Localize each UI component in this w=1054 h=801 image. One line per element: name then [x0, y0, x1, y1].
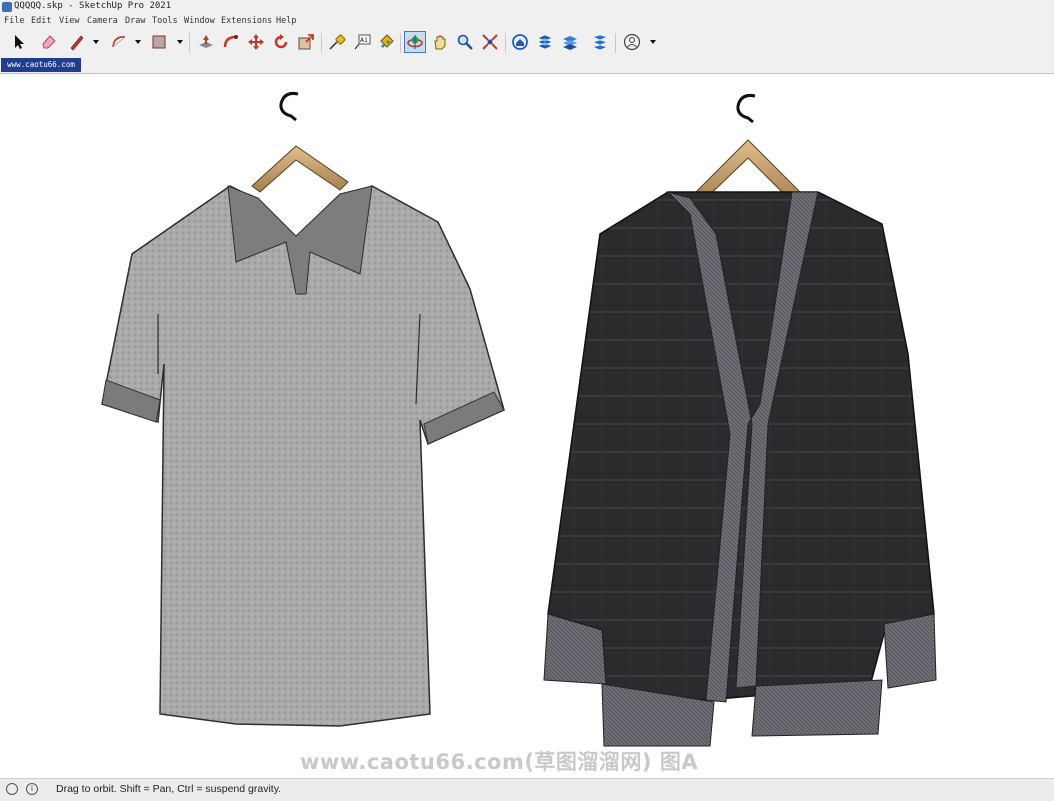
layout-icon[interactable]	[559, 31, 581, 53]
push-pull-icon[interactable]	[195, 31, 217, 53]
cardigan-hem-right	[751, 679, 883, 737]
svg-text:A1: A1	[360, 37, 368, 44]
select-icon[interactable]	[8, 31, 30, 53]
arc-icon[interactable]	[108, 31, 130, 53]
polo-shirt[interactable]	[101, 92, 505, 727]
menu-window[interactable]: Window	[184, 16, 215, 26]
window-title: QQQQQ.skp - SketchUp Pro 2021	[14, 1, 172, 11]
pencil-line-icon[interactable]	[66, 31, 88, 53]
rectangle-icon[interactable]	[148, 31, 170, 53]
menu-edit[interactable]: Edit	[31, 16, 51, 26]
tape-measure-icon[interactable]	[326, 31, 348, 53]
pan-icon[interactable]	[429, 31, 451, 53]
zoom-icon[interactable]	[454, 31, 476, 53]
account-icon[interactable]	[621, 31, 643, 53]
cardigan-hanger-hook	[736, 94, 756, 124]
move-icon[interactable]	[245, 31, 267, 53]
orbit-icon[interactable]	[404, 31, 426, 53]
menu-view[interactable]: View	[59, 16, 79, 26]
geo-location-icon[interactable]	[6, 783, 18, 795]
menu-camera[interactable]: Camera	[87, 16, 118, 26]
main-toolbar: A1	[0, 28, 1054, 59]
extension-warehouse-icon[interactable]	[534, 31, 556, 53]
sketchup-app-icon	[2, 2, 12, 12]
model-viewport[interactable]: www.caotu66.com(草图溜溜网) 图A	[0, 73, 1054, 779]
scene-tab[interactable]: www.caotu66.com	[1, 58, 81, 72]
pencil-dropdown-icon[interactable]	[92, 38, 100, 46]
status-bar: i Drag to orbit. Shift = Pan, Ctrl = sus…	[0, 778, 1054, 801]
menu-tools[interactable]: Tools	[152, 16, 178, 26]
menu-draw[interactable]: Draw	[125, 16, 145, 26]
watermark: www.caotu66.com(草图溜溜网) 图A	[300, 750, 699, 774]
menu-extensions[interactable]: Extensions	[221, 16, 272, 26]
info-icon[interactable]: i	[26, 783, 38, 795]
right-cuff	[883, 613, 937, 689]
paint-bucket-icon[interactable]	[375, 31, 397, 53]
cardigan[interactable]	[543, 94, 937, 747]
menu-file[interactable]: File	[4, 16, 24, 26]
account-dropdown-icon[interactable]	[649, 38, 657, 46]
menu-help[interactable]: Help	[276, 16, 296, 26]
extension-manager-icon[interactable]	[589, 31, 611, 53]
rotate-icon[interactable]	[270, 31, 292, 53]
warehouse-icon[interactable]	[509, 31, 531, 53]
eraser-icon[interactable]	[38, 31, 60, 53]
status-text: Drag to orbit. Shift = Pan, Ctrl = suspe…	[56, 783, 282, 795]
scale-icon[interactable]	[295, 31, 317, 53]
shape-dropdown-icon[interactable]	[176, 38, 184, 46]
title-bar: QQQQQ.skp - SketchUp Pro 2021	[0, 0, 1054, 15]
menu-bar: File Edit View Camera Draw Tools Window …	[0, 14, 1054, 28]
scene-tab-strip: www.caotu66.com	[0, 58, 1054, 73]
polo-hanger-bar	[251, 145, 349, 193]
follow-me-icon[interactable]	[220, 31, 242, 53]
zoom-extents-icon[interactable]	[479, 31, 501, 53]
garment-scene	[101, 92, 937, 747]
polo-hanger-hook	[279, 92, 299, 122]
text-icon[interactable]: A1	[351, 31, 373, 53]
arc-dropdown-icon[interactable]	[134, 38, 142, 46]
